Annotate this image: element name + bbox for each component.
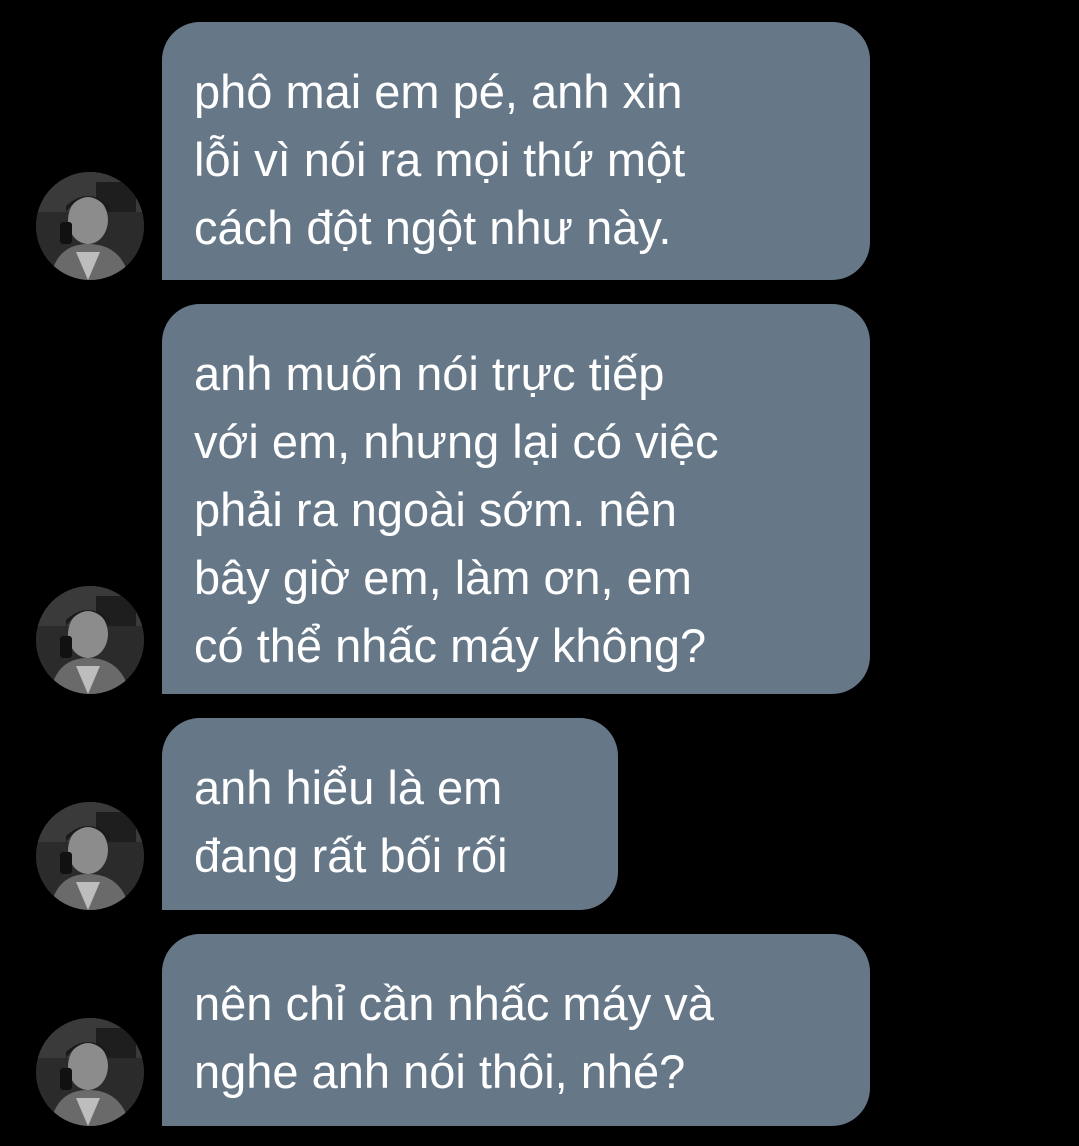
avatar-photo-icon [36, 1018, 144, 1126]
sender-avatar[interactable] [36, 172, 144, 280]
sender-avatar[interactable] [36, 586, 144, 694]
message-bubble[interactable]: nên chỉ cần nhấc máy và nghe anh nói thô… [162, 934, 870, 1126]
message-bubble[interactable]: phô mai em pé, anh xin lỗi vì nói ra mọi… [162, 22, 870, 280]
avatar-photo-icon [36, 586, 144, 694]
message-bubble[interactable]: anh hiểu là em đang rất bối rối [162, 718, 618, 910]
message-bubble[interactable]: anh muốn nói trực tiếp với em, nhưng lại… [162, 304, 870, 694]
sender-avatar[interactable] [36, 802, 144, 910]
avatar-photo-icon [36, 172, 144, 280]
avatar-photo-icon [36, 802, 144, 910]
sender-avatar[interactable] [36, 1018, 144, 1126]
chat-conversation: phô mai em pé, anh xin lỗi vì nói ra mọi… [0, 0, 1079, 1146]
